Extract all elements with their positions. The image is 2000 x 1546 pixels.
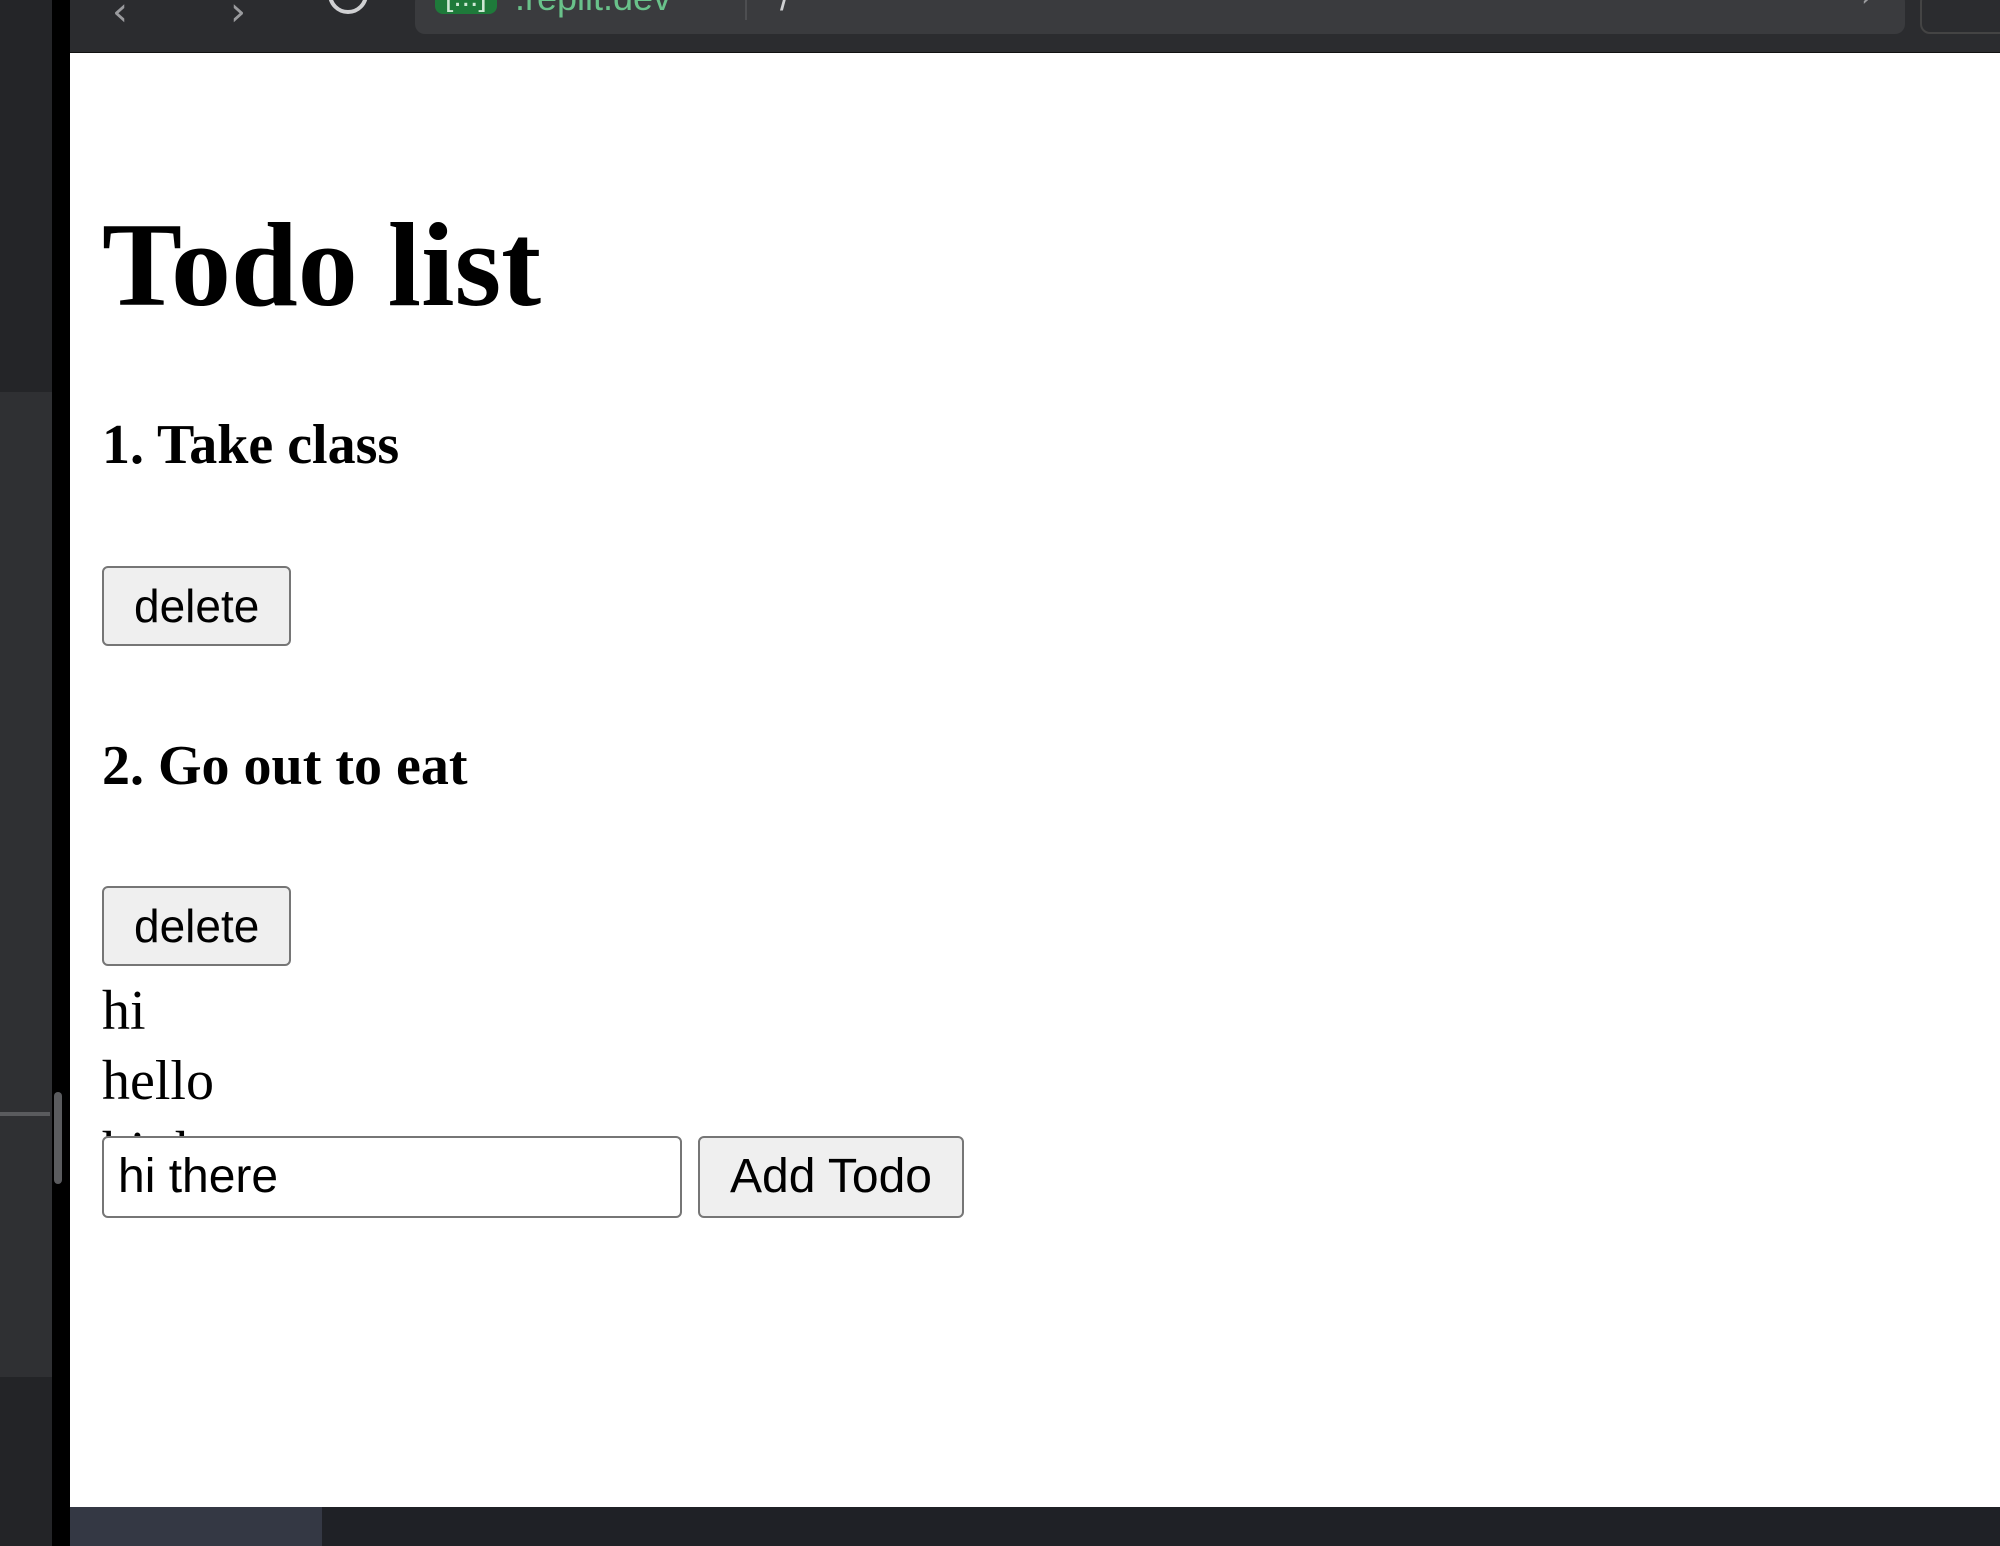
chevron-right-icon[interactable]: › xyxy=(1861,0,1873,12)
editor-left-panel xyxy=(0,0,70,1546)
page-title: Todo list xyxy=(102,198,542,331)
url-path: / xyxy=(780,0,790,16)
delete-button[interactable]: delete xyxy=(102,566,292,646)
panel-top-section xyxy=(0,0,52,392)
url-separator xyxy=(745,0,747,20)
resize-line xyxy=(0,1112,50,1116)
page-viewport: Todo list 1. Take class delete 2. Go out… xyxy=(70,53,2000,1507)
todo-item-title: 1. Take class xyxy=(102,414,400,476)
panel-bottom-section xyxy=(0,1377,52,1546)
url-badge: [...] xyxy=(435,0,497,14)
address-bar[interactable]: [...] .replit.dev / › xyxy=(415,0,1905,34)
todo-item-title: 2. Go out to eat xyxy=(102,735,468,797)
bottom-taskbar xyxy=(70,1507,2000,1546)
panel-middle-section xyxy=(0,392,52,1377)
resize-handle[interactable] xyxy=(54,1092,62,1184)
forward-icon[interactable]: › xyxy=(230,0,246,32)
delete-button[interactable]: delete xyxy=(102,886,292,966)
todo-input[interactable]: hi there xyxy=(102,1136,682,1218)
list-item: hello xyxy=(102,1050,214,1112)
reload-icon[interactable] xyxy=(328,0,368,14)
active-tab[interactable] xyxy=(70,1507,322,1546)
browser-toolbar: ‹ › [...] .replit.dev / › xyxy=(70,0,2000,53)
list-item: hi xyxy=(102,980,146,1042)
url-host: .replit.dev xyxy=(515,0,671,16)
panel-divider xyxy=(52,0,70,1546)
back-icon[interactable]: ‹ xyxy=(112,0,128,32)
toolbar-button[interactable] xyxy=(1920,0,2000,34)
todo-page: Todo list 1. Take class delete 2. Go out… xyxy=(102,53,2000,1507)
add-todo-button[interactable]: Add Todo xyxy=(698,1136,964,1218)
